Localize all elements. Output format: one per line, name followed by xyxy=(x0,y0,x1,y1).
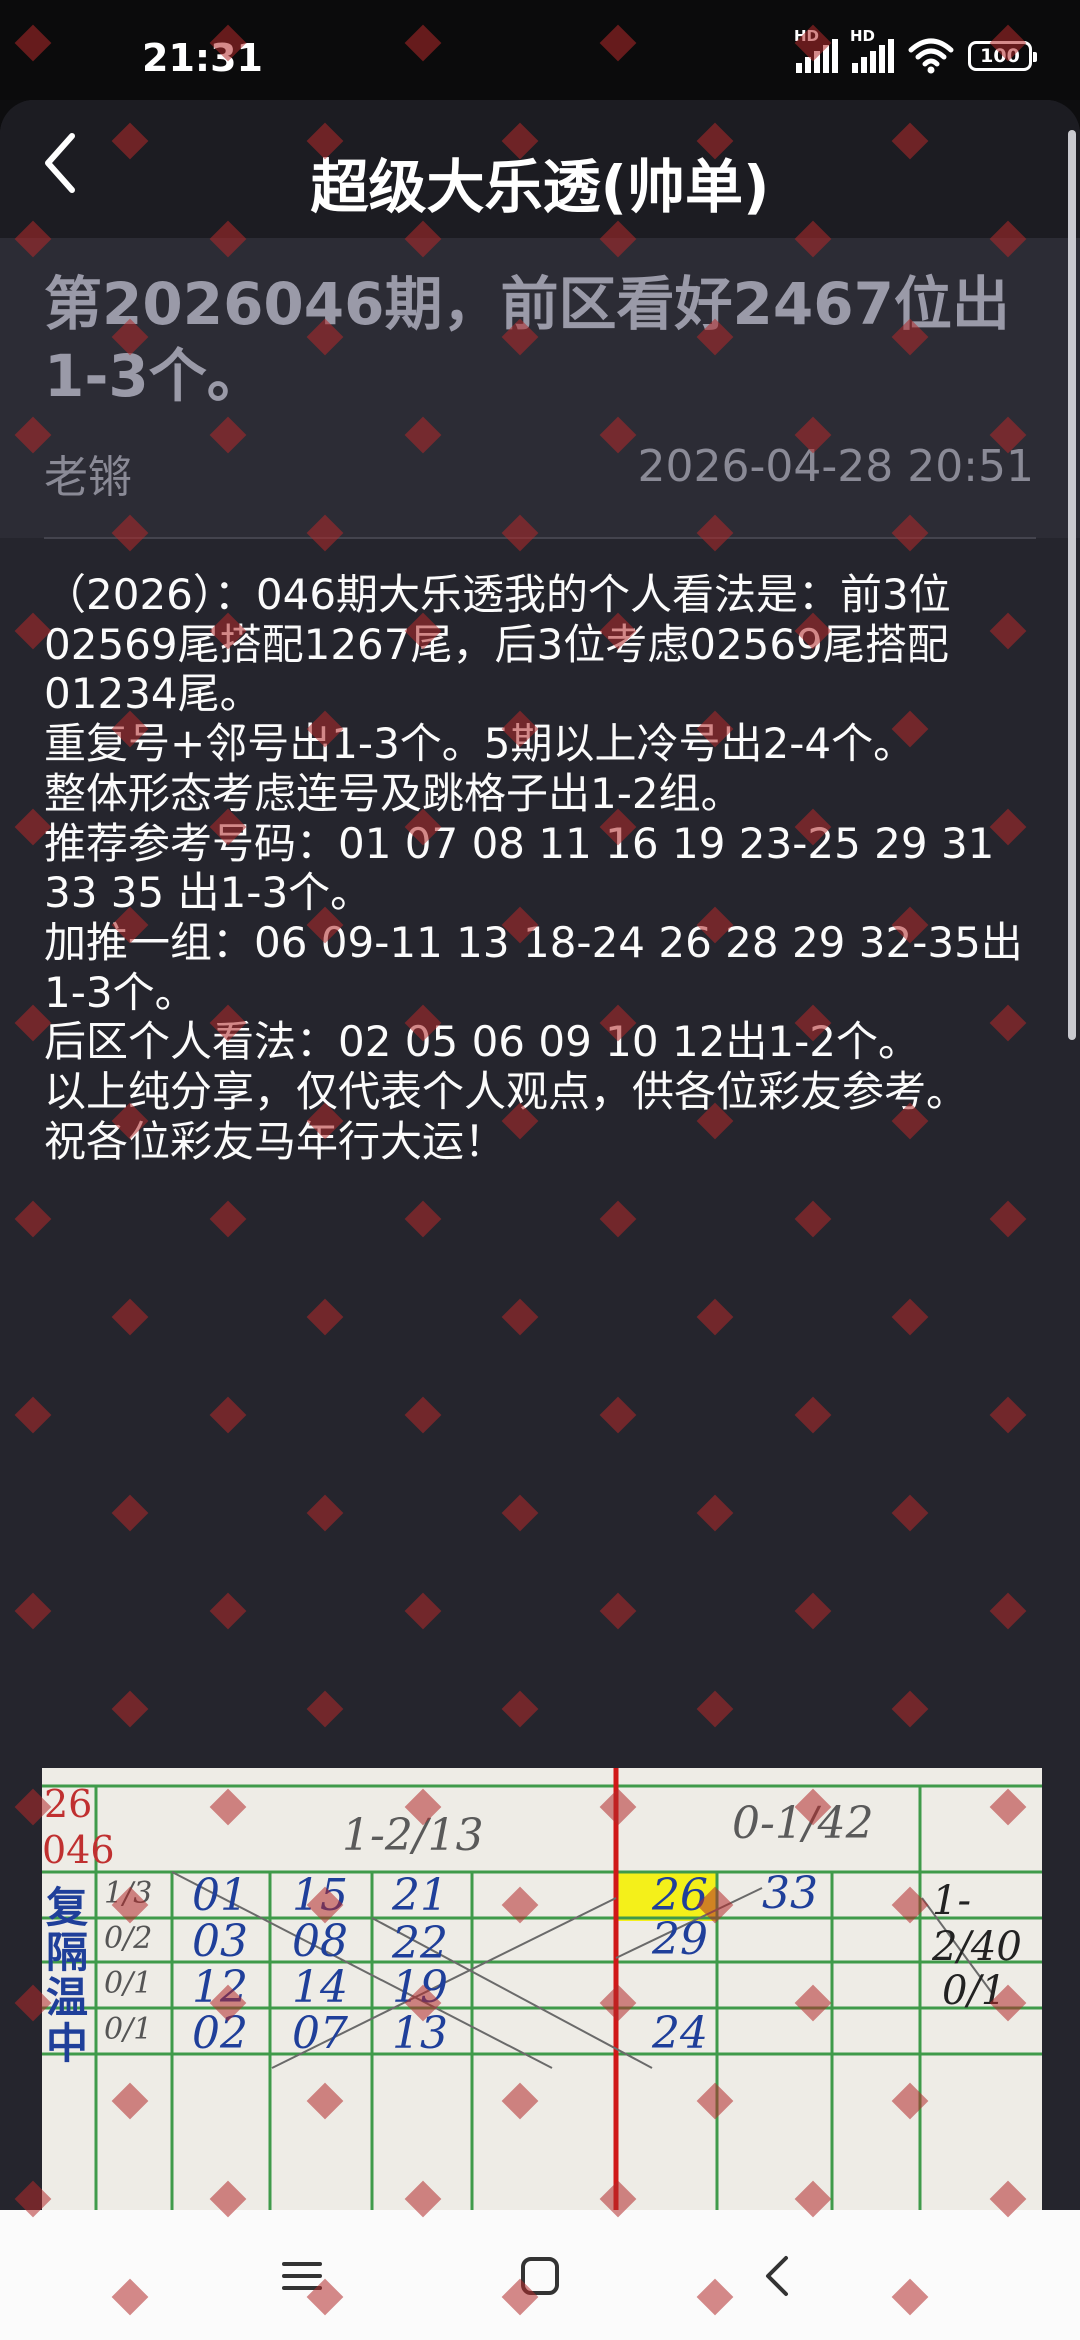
article-body: （2026）：046期大乐透我的个人看法是：前3位02569尾搭配1267尾，后… xyxy=(44,570,1044,1166)
chart-photo[interactable]: 26 046 1-2/13 0-1/42 复 隔 温 中 1/3 0/2 0/1… xyxy=(42,1768,1042,2210)
column-group-label: 0-1/42 xyxy=(732,1798,874,1849)
hd-badge: HD xyxy=(850,27,876,45)
chart-number: 15 xyxy=(292,1870,348,1921)
side-note: 1-2/40 xyxy=(932,1878,1022,1970)
divider xyxy=(44,537,1036,539)
status-bar: 21:31 HD HD 100 xyxy=(0,0,1080,100)
chart-number: 01 xyxy=(192,1870,248,1921)
battery-icon: 100 xyxy=(968,41,1037,71)
row-ratio: 0/1 xyxy=(104,2012,153,2047)
chart-corner-bottom: 046 xyxy=(42,1828,115,1872)
wifi-icon xyxy=(908,38,954,74)
signal-icon: HD xyxy=(850,27,894,73)
paragraph: 加推一组：06 09-11 13 18-24 26 28 29 32-35出1-… xyxy=(44,917,1023,1017)
publish-time: 2026-04-28 20:51 xyxy=(637,441,1035,492)
scrollbar[interactable] xyxy=(1068,130,1076,1040)
chart-number: 14 xyxy=(292,1962,348,2013)
paragraph: 后区个人看法：02 05 06 09 10 12出1-2个。 xyxy=(44,1017,921,1067)
row-ratio: 1/3 xyxy=(104,1876,153,1911)
top-app-bar: 超级大乐透(帅单) xyxy=(0,100,1080,238)
chart-number: 07 xyxy=(292,2008,348,2059)
home-square-icon[interactable] xyxy=(510,2246,570,2306)
page-title: 超级大乐透(帅单) xyxy=(310,153,770,221)
chart-number: 33 xyxy=(762,1868,818,1919)
hd-badge: HD xyxy=(794,27,820,45)
battery-level: 100 xyxy=(980,45,1020,67)
back-triangle-icon[interactable] xyxy=(748,2246,808,2306)
article-screen: 超级大乐透(帅单) 第2026046期，前区看好2467位出1-3个。 老锵 2… xyxy=(0,100,1080,2210)
chart-corner-top: 26 xyxy=(44,1782,93,1826)
paragraph: 推荐参考号码：01 07 08 11 16 19 23-25 29 31 33 … xyxy=(44,818,995,918)
row-ratio: 0/1 xyxy=(104,1966,153,2001)
paragraph: 重复号+邻号出1-3个。5期以上冷号出2-4个。 xyxy=(44,719,916,769)
side-note: 0/1 xyxy=(942,1968,1007,2014)
chart-number: 21 xyxy=(392,1870,448,1921)
article-title: 第2026046期，前区看好2467位出1-3个。 xyxy=(44,270,1010,410)
paragraph: 整体形态考虑连号及跳格子出1-2组。 xyxy=(44,768,743,818)
status-time: 21:31 xyxy=(142,36,263,80)
row-label: 中 xyxy=(46,2019,89,2068)
column-group-label: 1-2/13 xyxy=(342,1810,484,1861)
chart-number: 03 xyxy=(192,1916,248,1967)
article-header: 第2026046期，前区看好2467位出1-3个。 老锵 2026-04-28 … xyxy=(0,238,1080,538)
menu-icon[interactable] xyxy=(272,2246,332,2306)
paragraph: （2026）：046期大乐透我的个人看法是：前3位02569尾搭配1267尾，后… xyxy=(44,570,951,719)
author-name[interactable]: 老锵 xyxy=(44,441,132,505)
chart-number: 08 xyxy=(292,1916,348,1967)
system-nav-bar xyxy=(0,2210,1080,2340)
chart-number: 02 xyxy=(192,2008,248,2059)
chart-number: 24 xyxy=(652,2008,708,2059)
status-icons: HD HD 100 xyxy=(794,27,1037,74)
chart-number: 19 xyxy=(392,1962,448,2013)
chart-number: 29 xyxy=(652,1914,708,1965)
row-ratio: 0/2 xyxy=(104,1921,153,1956)
signal-icon: HD xyxy=(794,27,838,73)
paragraph: 以上纯分享，仅代表个人观点，供各位彩友参考。 xyxy=(44,1067,969,1117)
chart-number: 12 xyxy=(192,1962,248,2013)
paragraph: 祝各位彩友马年行大运！ xyxy=(44,1116,507,1166)
chart-number: 13 xyxy=(392,2008,448,2059)
